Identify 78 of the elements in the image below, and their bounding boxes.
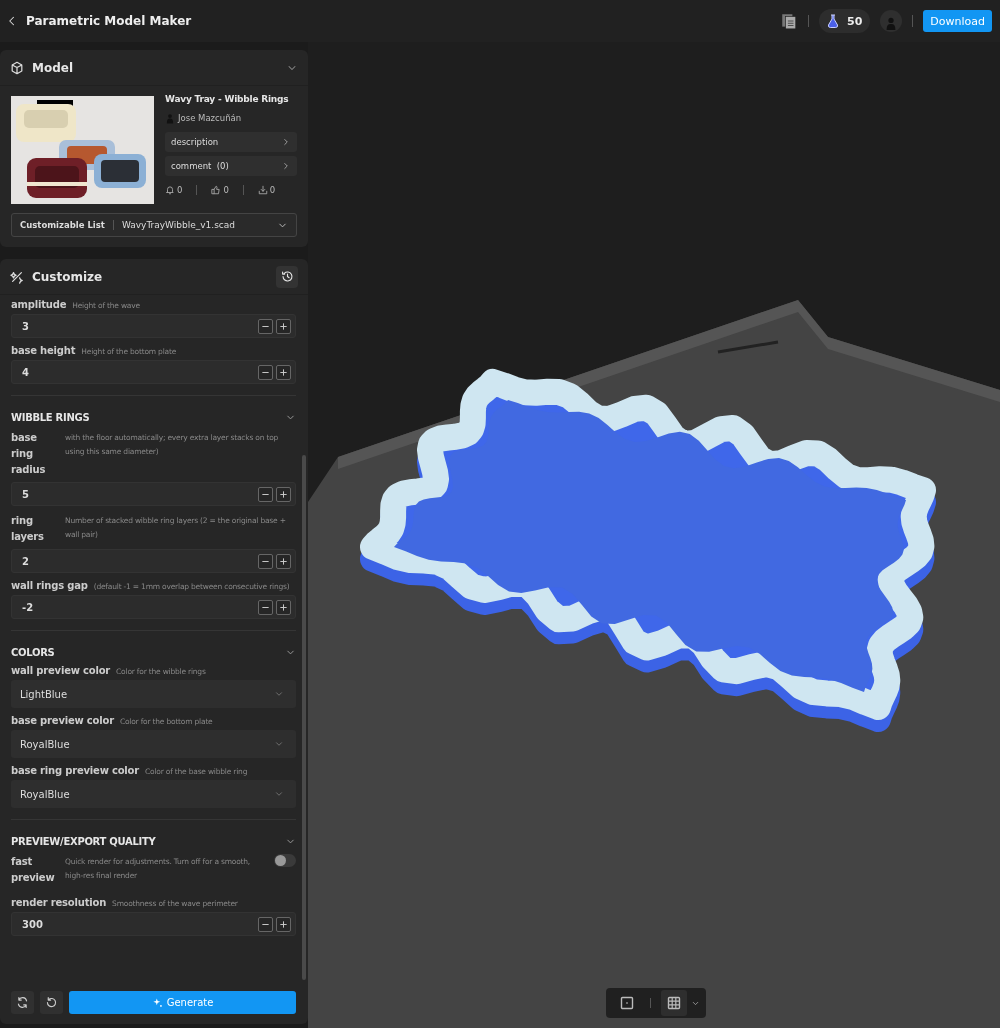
- flask-icon: [825, 13, 841, 29]
- decrement-button[interactable]: [258, 553, 273, 569]
- undo-icon: [45, 996, 58, 1009]
- plus-icon: [278, 488, 289, 500]
- parameter-label: render resolution: [11, 897, 107, 908]
- chevron-right-icon: [281, 137, 291, 147]
- model-title: Wavy Tray - Wibble Rings: [165, 93, 290, 106]
- plus-icon: [278, 601, 289, 613]
- increment-button[interactable]: [276, 486, 291, 502]
- increment-button[interactable]: [276, 599, 291, 615]
- sparkle-icon: [151, 997, 163, 1008]
- parameter-label: base height: [11, 345, 76, 356]
- dropdown[interactable]: LightBlue: [11, 680, 296, 708]
- number-field[interactable]: 2: [11, 549, 296, 573]
- history-icon: [280, 270, 294, 283]
- select-label: Customizable List: [20, 220, 105, 230]
- dropdown[interactable]: RoyalBlue: [11, 780, 296, 808]
- history-button[interactable]: [276, 265, 298, 288]
- refresh-icon: [16, 996, 29, 1009]
- parameter-label: wall preview color: [11, 665, 111, 676]
- chevron-down-icon: [274, 689, 284, 699]
- file-select[interactable]: Customizable List WavyTrayWibble_v1.scad: [11, 213, 297, 237]
- scrollbar[interactable]: [302, 455, 306, 980]
- increment-button[interactable]: [276, 916, 291, 932]
- chevron-right-icon: [281, 161, 291, 171]
- chevron-down-icon: [274, 789, 284, 799]
- chevron-down-icon: [274, 739, 284, 749]
- plus-icon: [278, 918, 289, 930]
- download-icon[interactable]: [257, 185, 268, 195]
- dropdown[interactable]: RoyalBlue: [11, 730, 296, 758]
- decrement-button[interactable]: [258, 599, 273, 615]
- wand-icon: [10, 269, 24, 284]
- refresh-button[interactable]: [11, 991, 34, 1014]
- panel-title: Model: [32, 60, 75, 75]
- parameter-label: wall rings gap: [11, 580, 88, 591]
- plus-icon: [278, 366, 289, 378]
- parameter-label: amplitude: [11, 299, 67, 310]
- increment-button[interactable]: [276, 364, 291, 380]
- increment-button[interactable]: [276, 553, 291, 569]
- panel-title: Customize: [32, 269, 104, 284]
- parameter-label: base ring preview color: [11, 765, 139, 776]
- app-title: Parametric Model Maker: [26, 14, 192, 28]
- number-field[interactable]: 5: [11, 482, 296, 506]
- number-field[interactable]: 300: [11, 912, 296, 936]
- section-title: PREVIEW/EXPORT QUALITY: [11, 835, 156, 847]
- author-name[interactable]: Jose Mazcuñán: [178, 113, 242, 123]
- stat-count: 0: [177, 185, 183, 195]
- parameter-label: base preview color: [11, 715, 114, 726]
- thumbs-up-icon[interactable]: [211, 185, 222, 195]
- stat-count: 0: [223, 185, 229, 195]
- view-button[interactable]: [661, 990, 687, 1016]
- number-field[interactable]: 4: [11, 360, 296, 384]
- section-title: COLORS: [11, 646, 55, 658]
- number-field[interactable]: -2: [11, 595, 296, 619]
- documents-icon[interactable]: [780, 12, 798, 30]
- parameter-label: ring layers: [11, 514, 45, 544]
- section-title: WIBBLE RINGS: [11, 411, 90, 423]
- decrement-button[interactable]: [258, 486, 273, 502]
- parameter-label: base ring radius: [11, 431, 47, 477]
- increment-button[interactable]: [276, 318, 291, 334]
- parameter-label: fast preview: [11, 855, 56, 885]
- stat-count: 0: [269, 185, 276, 195]
- toggle-switch[interactable]: [274, 854, 296, 867]
- link-row[interactable]: description: [165, 132, 297, 152]
- link-row[interactable]: comment (0): [165, 156, 297, 176]
- select-value: WavyTrayWibble_v1.scad: [121, 220, 237, 230]
- reset-button[interactable]: [40, 991, 63, 1014]
- plus-icon: [278, 555, 289, 567]
- bell-icon[interactable]: [165, 185, 175, 195]
- decrement-button[interactable]: [258, 318, 273, 334]
- decrement-button[interactable]: [258, 916, 273, 932]
- credits-badge[interactable]: 50: [819, 9, 871, 33]
- number-field[interactable]: 3: [11, 314, 296, 338]
- frame-icon: [619, 995, 635, 1011]
- grid-icon: [666, 995, 682, 1011]
- plus-icon: [278, 320, 289, 332]
- cube-icon: [10, 60, 24, 75]
- decrement-button[interactable]: [258, 364, 273, 380]
